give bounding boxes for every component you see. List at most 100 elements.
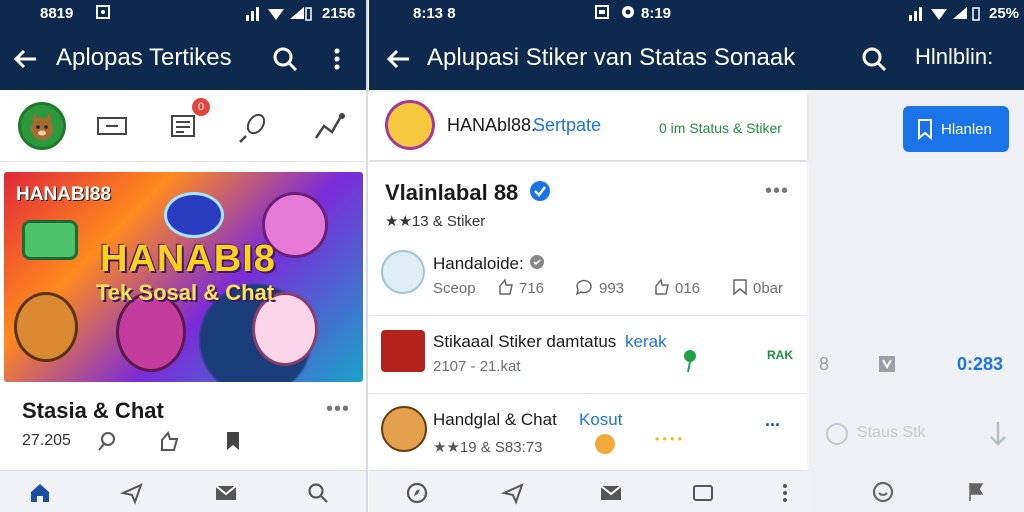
card-more-icon[interactable]: ••• (326, 398, 350, 421)
item-link[interactable]: Kosut (579, 410, 622, 430)
item-thumbnail (381, 330, 425, 372)
status-bar: 8819 2156 (0, 0, 366, 28)
banner-brand: HANABI88 (16, 184, 112, 205)
message-icon[interactable] (92, 102, 140, 150)
calendar-icon (595, 5, 609, 23)
download-icon[interactable] (222, 430, 244, 457)
loading-dots: • • • • (655, 432, 682, 446)
list-item[interactable]: Handglal & Chat Kosut ★★19 & S83:73 • • … (369, 396, 807, 472)
status-bar: 25% (809, 0, 1024, 28)
section-title: Vlainlabal 88 (385, 180, 519, 205)
battery-level: 25% (989, 5, 1020, 22)
back-arrow-icon[interactable] (383, 44, 413, 74)
follow-button[interactable]: Hlanlen (903, 106, 1009, 152)
battery-level: 2156 (322, 5, 356, 22)
verified-icon (529, 180, 551, 207)
profile-link[interactable]: Sertpate (533, 115, 601, 136)
inbox-icon[interactable] (599, 481, 623, 505)
profile-name: HANAbl88. (447, 115, 537, 135)
bookmark-count: 0bar (753, 280, 784, 297)
item-link[interactable]: kerak (625, 332, 667, 352)
signal-icon (909, 5, 985, 25)
item-menu[interactable]: ... (765, 410, 780, 431)
alarm-icon (621, 5, 635, 23)
app-bar: Hlnlblin: (809, 28, 1024, 90)
list-item[interactable]: Stikaaal Stiker damtatus kerak 2107 - 21… (369, 318, 807, 394)
bookmark-icon (915, 118, 935, 144)
info-icon (529, 254, 545, 275)
card-meta: 27.205 (22, 432, 71, 449)
follow-button-label: Hlanlen (941, 121, 992, 138)
banner-subline: Tek Sosal & Chat (96, 280, 275, 305)
bookmark-icon[interactable] (731, 278, 749, 301)
status-text: Staus Stk (857, 424, 926, 441)
compass-icon[interactable] (405, 481, 429, 505)
item-meta: ★★19 & S83:73 (433, 439, 543, 456)
download-arrow-icon[interactable] (987, 420, 1009, 453)
left-phone-screen: 8819 2156 Aplopas Tertikes 0 HANABI88 HA… (0, 0, 368, 512)
page-title: Hlnlblin: (915, 44, 994, 69)
profile-avatar[interactable] (385, 100, 435, 150)
bottom-nav (0, 470, 366, 512)
send-icon[interactable] (119, 481, 144, 505)
profile-bar[interactable]: HANAbl88. Sertpate 0 im Status & Stiker (369, 92, 807, 160)
microphone-icon[interactable] (234, 102, 282, 150)
status-time: 8:13 8 (413, 5, 456, 22)
thumb-count: 016 (675, 280, 701, 297)
time-text: 0:283 (957, 354, 1004, 374)
content-list: Vlainlabal 88 ••• ★★13 & Stiker Handaloi… (369, 162, 807, 472)
status-time: 8819 (40, 5, 74, 22)
brown-dog-image (14, 292, 78, 362)
shield-icon (877, 354, 897, 379)
status-icon (825, 422, 849, 451)
list-item[interactable]: Handaloide: Sceop 716 993 016 0bar (369, 240, 807, 316)
send-icon[interactable] (500, 481, 525, 505)
notification-icon (96, 5, 110, 23)
app-bar: Aplopas Tertikes (0, 28, 366, 90)
item-avatar (381, 250, 425, 294)
search-small-icon[interactable] (96, 430, 118, 457)
back-arrow-icon[interactable] (10, 44, 40, 74)
search-icon[interactable] (270, 44, 300, 74)
search-nav-icon[interactable] (306, 481, 330, 505)
status-clock: 8:19 (641, 5, 672, 22)
flag-icon[interactable] (965, 480, 989, 504)
item-meta: Sceop (433, 280, 476, 297)
header-more-icon[interactable]: ••• (765, 180, 789, 203)
home-icon[interactable] (28, 481, 52, 505)
like-count: 716 (519, 280, 545, 297)
count-text: 8 (819, 354, 830, 374)
app-bar: Aplupasi Stiker van Statas Sonaak (369, 28, 809, 90)
like-icon[interactable] (497, 278, 515, 301)
share-icon[interactable] (306, 102, 354, 150)
item-title: Stikaaal Stiker damtatus (433, 332, 617, 351)
chat-notification-icon[interactable]: 0 (164, 98, 212, 150)
comment-count: 993 (599, 280, 625, 297)
signal-icon (246, 5, 312, 25)
sticker-icon (681, 348, 699, 379)
message-icon[interactable] (691, 481, 715, 505)
item-title: Handaloide: (433, 254, 524, 273)
inbox-icon[interactable] (214, 481, 238, 505)
bottom-nav (809, 470, 1024, 512)
search-icon[interactable] (859, 44, 889, 74)
section-rating: ★★13 & Stiker (385, 213, 486, 230)
card-title: Stasia & Chat (22, 398, 164, 423)
right-phone-screen: 25% Hlnlblin: Hlanlen 8 0:283 Staus Stk (809, 0, 1024, 512)
page-title: Aplopas Tertikes (56, 44, 232, 71)
megaphone-image (22, 220, 78, 260)
more-menu-icon[interactable] (773, 481, 797, 505)
like-icon[interactable] (158, 430, 180, 457)
sticker-image (595, 434, 615, 454)
more-menu-icon[interactable] (322, 44, 352, 74)
promo-banner[interactable]: HANABI88 HANABI8 Tek Sosal & Chat (4, 172, 363, 382)
banner-headline: HANABI8 (100, 238, 276, 280)
comment-icon[interactable] (575, 278, 593, 301)
profile-tag: 0 im Status & Stiker (659, 120, 782, 136)
profile-avatar[interactable] (18, 102, 66, 150)
action-icon-row: 0 (0, 90, 366, 162)
status-bar: 8:13 8 8:19 (369, 0, 809, 28)
page-title: Aplupasi Stiker van Statas Sonaak (427, 44, 796, 71)
emoji-icon[interactable] (871, 480, 895, 504)
thumb-icon[interactable] (653, 278, 671, 301)
